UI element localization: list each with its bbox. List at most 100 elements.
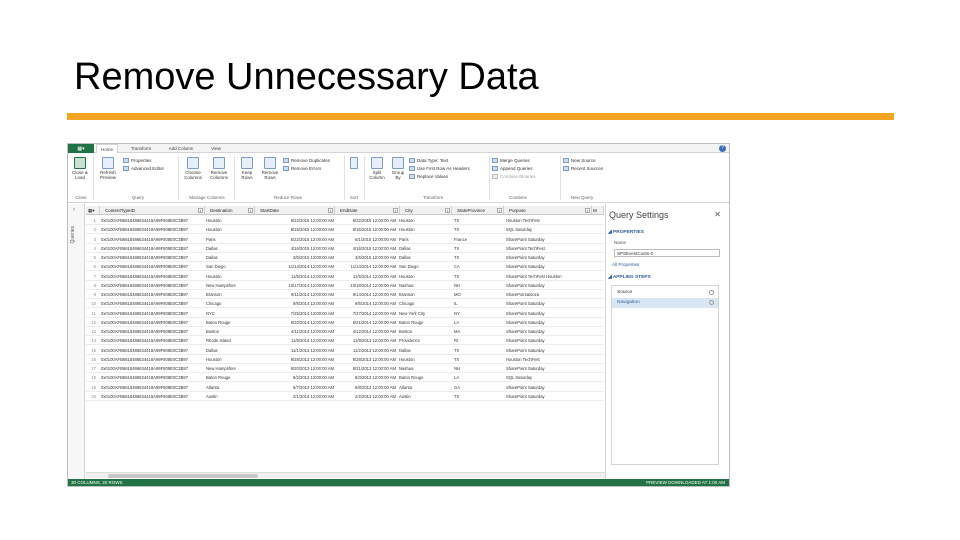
table-row[interactable]: 12 0x0100AFB6618486634418A99F808E0C3B97 Ba… (86, 318, 604, 327)
table-cell-state[interactable]: LA (454, 318, 502, 327)
table-cell-dest[interactable]: Houston (206, 225, 255, 234)
filter-dropdown-icon[interactable]: ▾ (497, 208, 502, 213)
table-cell-city[interactable]: Baton Rouge (399, 318, 451, 327)
table-cell-start[interactable]: 7/25/2014 12:00:00 AM (256, 309, 334, 318)
split-column-button[interactable]: Split Column (366, 157, 388, 180)
table-cell-state[interactable]: LA (454, 373, 502, 382)
table-cell-dest[interactable]: Dallas (206, 244, 255, 253)
table-cell-purpose[interactable]: SharePoint Saturday (506, 253, 592, 262)
table-row[interactable]: 14 0x0100AFB6618486634418A99F808E0C3B97 Rh… (86, 336, 604, 346)
refresh-preview-button[interactable]: Refresh Preview (96, 157, 120, 180)
table-cell-state[interactable]: MA (454, 327, 502, 336)
column-header-more[interactable]: M (592, 206, 604, 215)
table-row[interactable]: 18 0x0100AFB6618486634418A99F808E0C3B97 Ba… (86, 373, 604, 383)
replace-values-button[interactable]: Replace Values (409, 174, 448, 179)
table-cell-dest[interactable]: Atlanta (206, 383, 255, 392)
table-cell-city[interactable]: Atlanta (399, 383, 451, 392)
keep-rows-button[interactable]: Keep Rows (237, 157, 257, 180)
table-cell-state[interactable]: TX (454, 225, 502, 234)
table-cell-id[interactable]: 0x0100AFB6618486634418A99F808E0C3B97 (101, 327, 205, 336)
table-cell-city[interactable]: New York City (399, 309, 451, 318)
table-cell-id[interactable]: 0x0100AFB6618486634418A99F808E0C3B97 (101, 355, 205, 364)
table-row[interactable]: 11 0x0100AFB6618486634418A99F808E0C3B97 NY… (86, 309, 604, 318)
applied-steps-section-header[interactable]: ◢ APPLIED STEPS (608, 275, 651, 280)
table-cell-city[interactable]: Providence (399, 336, 451, 345)
table-cell-state[interactable]: TX (454, 392, 502, 401)
table-row[interactable]: 13 0x0100AFB6618486634418A99F808E0C3B97 Bo… (86, 327, 604, 337)
table-cell-city[interactable]: Houston (399, 272, 451, 281)
file-tab[interactable]: ▦▾ (68, 144, 94, 153)
table-cell-id[interactable]: 0x0100AFB6618486634418A99F808E0C3B97 (101, 309, 205, 318)
table-cell-state[interactable]: TX (454, 272, 502, 281)
table-row[interactable]: 9 0x0100AFB6618486634418A99F808E0C3B97 Bra… (86, 290, 604, 300)
table-cell-dest[interactable]: Dallas (206, 253, 255, 262)
tab-add-column[interactable]: Add Column (164, 144, 198, 153)
merge-queries-button[interactable]: Merge Queries (492, 158, 530, 163)
table-cell-start[interactable]: 2/1/2013 12:00:00 AM (256, 392, 334, 401)
data-type-dropdown[interactable]: Data Type: Text (409, 158, 448, 163)
table-cell-start[interactable]: 11/5/2014 12:00:00 AM (256, 272, 334, 281)
filter-dropdown-icon[interactable]: ▾ (445, 208, 450, 213)
table-cell-state[interactable]: IL (454, 299, 502, 308)
table-cell-end[interactable]: 11/5/2014 12:00:00 AM (336, 272, 396, 281)
table-cell-city[interactable]: Baton Rouge (399, 373, 451, 382)
data-grid[interactable]: ▦▾ ContentTypeID ▾ Destination ▾ StartDate… (86, 206, 604, 476)
table-cell-state[interactable]: NH (454, 364, 502, 373)
table-row[interactable]: 1 0x0100AFB6618486634418A99F808E0C3B97 Hou… (86, 216, 604, 226)
table-cell-purpose[interactable]: SQL Saturday (506, 225, 592, 234)
table-cell-dest[interactable]: New Hampshire (206, 364, 255, 373)
properties-button[interactable]: Properties (123, 158, 152, 163)
table-cell-state[interactable]: CA (454, 262, 502, 271)
table-cell-id[interactable]: 0x0100AFB6618486634418A99F808E0C3B97 (101, 253, 205, 262)
new-source-button[interactable]: New Source (563, 158, 596, 163)
table-cell-purpose[interactable]: SharePoint Saturday (506, 346, 592, 355)
remove-errors-button[interactable]: Remove Errors (283, 166, 321, 171)
table-cell-id[interactable]: 0x0100AFB6618486634418A99F808E0C3B97 (101, 346, 205, 355)
table-cell-end[interactable]: 9/28/2013 12:00:00 AM (336, 355, 396, 364)
table-cell-purpose[interactable]: Houston TechFest (506, 355, 592, 364)
advanced-editor-button[interactable]: Advanced Editor (123, 166, 164, 171)
table-row[interactable]: 20 0x0100AFB6618486634418A99F808E0C3B97 Au… (86, 392, 604, 401)
sort-ascending-button[interactable] (347, 157, 361, 170)
table-cell-end[interactable]: 11/2/2013 12:00:00 AM (336, 346, 396, 355)
table-cell-start[interactable]: 9/20/2013 12:00:00 AM (256, 364, 334, 373)
table-cell-purpose[interactable]: SharePointalooza (506, 290, 592, 299)
table-cell-state[interactable]: TX (454, 253, 502, 262)
table-cell-city[interactable]: Dallas (399, 253, 451, 262)
table-cell-end[interactable]: 6/22/2015 12:00:00 AM (336, 216, 396, 225)
group-by-button[interactable]: Group By (389, 157, 407, 180)
query-name-input[interactable]: SPSEventCosts-2 (614, 249, 720, 257)
table-cell-id[interactable]: 0x0100AFB6618486634418A99F808E0C3B97 (101, 290, 205, 299)
remove-rows-button[interactable]: Remove Rows (259, 157, 281, 180)
table-cell-start[interactable]: 3/6/2015 12:00:00 AM (256, 253, 334, 262)
table-row[interactable]: 7 0x0100AFB6618486634418A99F808E0C3B97 Hou… (86, 272, 604, 281)
column-header-destination[interactable]: Destination ▾ (205, 206, 255, 215)
table-cell-city[interactable]: Branson (399, 290, 451, 299)
table-cell-dest[interactable]: Baton Rouge (206, 373, 255, 382)
table-cell-end[interactable]: 9/21/2013 12:00:00 AM (336, 364, 396, 373)
table-cell-city[interactable]: Boston (399, 327, 451, 336)
table-cell-id[interactable]: 0x0100AFB6618486634418A99F808E0C3B97 (101, 373, 205, 382)
table-cell-end[interactable]: 6/8/2013 12:00:00 AM (336, 383, 396, 392)
table-cell-dest[interactable]: San Diego (206, 262, 255, 271)
table-cell-dest[interactable]: New Hampshire (206, 281, 255, 290)
applied-step-navigation[interactable]: Navigation (612, 298, 718, 308)
table-row[interactable]: 16 0x0100AFB6618486634418A99F808E0C3B97 Ho… (86, 355, 604, 364)
column-header-enddate[interactable]: EndDate ▾ (335, 206, 400, 215)
table-cell-start[interactable]: 4/11/2014 12:00:00 AM (256, 327, 334, 336)
column-header-startdate[interactable]: StartDate ▾ (255, 206, 335, 215)
table-cell-id[interactable]: 0x0100AFB6618486634418A99F808E0C3B97 (101, 364, 205, 373)
table-cell-end[interactable]: 9/5/2014 12:00:00 AM (336, 299, 396, 308)
table-cell-id[interactable]: 0x0100AFB6618486634418A99F808E0C3B97 (101, 262, 205, 271)
table-cell-start[interactable]: 6/7/2013 12:00:00 AM (256, 383, 334, 392)
filter-dropdown-icon[interactable]: ▾ (248, 208, 253, 213)
table-cell-purpose[interactable]: SharePoint Saturday (506, 336, 592, 345)
remove-duplicates-button[interactable]: Remove Duplicates (283, 158, 330, 163)
filter-dropdown-icon[interactable]: ▾ (585, 208, 590, 213)
table-cell-purpose[interactable]: SQL Saturday (506, 373, 592, 382)
table-row[interactable]: 3 0x0100AFB6618486634418A99F808E0C3B97 Par… (86, 235, 604, 244)
table-cell-dest[interactable]: Houston (206, 216, 255, 225)
table-cell-state[interactable]: NY (454, 309, 502, 318)
table-row[interactable]: 5 0x0100AFB6618486634418A99F808E0C3B97 Dal… (86, 253, 604, 263)
gear-icon[interactable] (709, 290, 714, 295)
